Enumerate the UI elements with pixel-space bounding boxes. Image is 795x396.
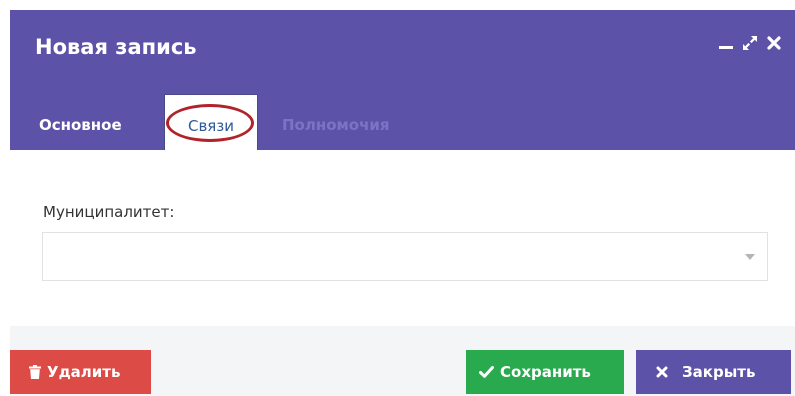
dropdown-caret-icon	[745, 254, 755, 260]
trash-icon	[29, 365, 41, 379]
close-button[interactable]: Закрыть	[636, 350, 791, 394]
delete-button-label: Удалить	[47, 363, 121, 381]
municipality-select[interactable]	[42, 232, 768, 281]
tab-links-label: Связи	[187, 117, 235, 135]
close-icon	[656, 366, 668, 378]
maximize-icon[interactable]	[742, 35, 758, 51]
checkmark-icon	[479, 366, 494, 378]
municipality-label: Муниципалитет:	[43, 203, 175, 221]
save-button-label: Сохранить	[500, 363, 591, 381]
close-icon[interactable]	[767, 36, 781, 50]
tab-permissions[interactable]: Полномочия	[282, 94, 390, 150]
window-controls	[719, 35, 781, 51]
close-button-label: Закрыть	[682, 363, 756, 381]
minimize-icon[interactable]	[719, 36, 733, 50]
save-button[interactable]: Сохранить	[466, 350, 624, 394]
dialog-header: Новая запись Основное Связи Полномочия	[10, 10, 795, 150]
new-record-dialog: Новая запись Основное Связи Полномочия М…	[10, 10, 795, 396]
delete-button[interactable]: Удалить	[10, 350, 151, 394]
dialog-footer: Удалить Сохранить Закрыть	[10, 326, 795, 396]
tab-links[interactable]: Связи	[164, 94, 258, 150]
dialog-title: Новая запись	[35, 35, 197, 59]
tab-bar: Основное Связи Полномочия	[10, 94, 795, 150]
dialog-body: Муниципалитет:	[10, 150, 795, 326]
tab-main[interactable]: Основное	[39, 94, 122, 150]
